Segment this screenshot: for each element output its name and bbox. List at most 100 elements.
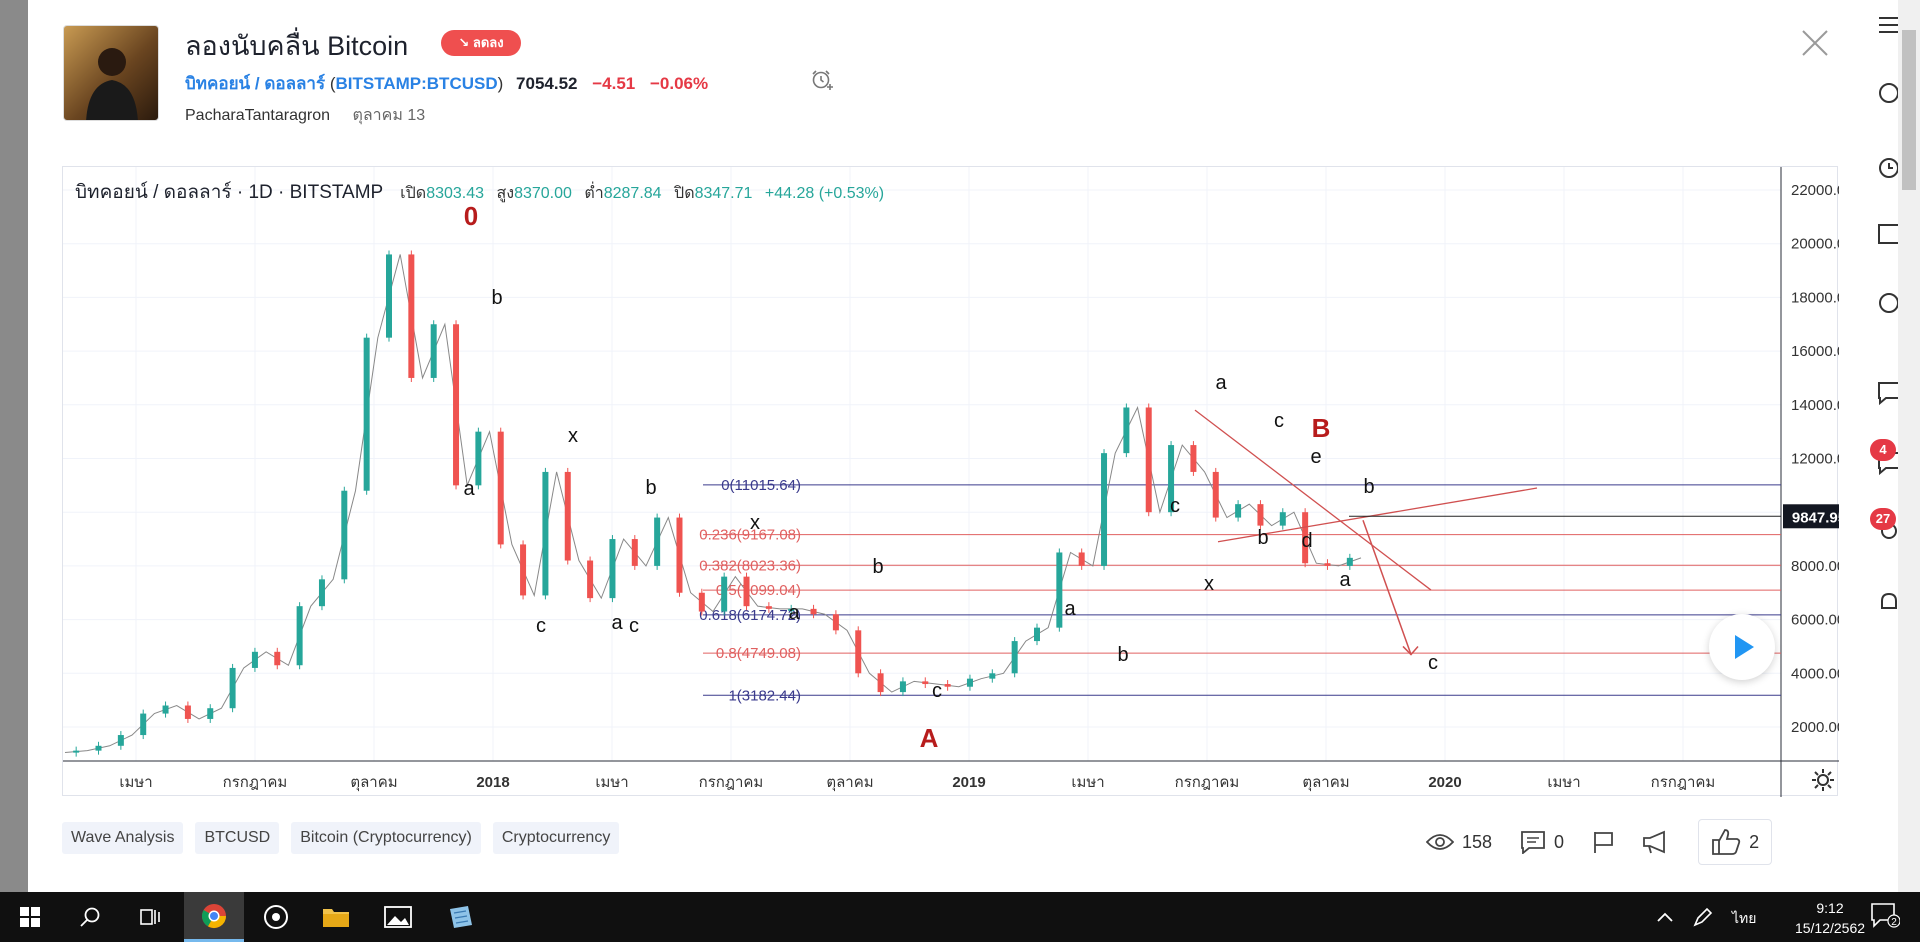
x-tick-label: 2018 xyxy=(476,774,509,791)
input-language[interactable]: ไทย xyxy=(1732,908,1756,930)
candle-body xyxy=(989,673,996,679)
wave-label: c xyxy=(536,615,546,637)
candle-body xyxy=(475,431,482,486)
comments-button[interactable]: 0 xyxy=(1520,830,1564,854)
views-stat: 158 xyxy=(1426,832,1492,853)
symbol-change-pct: −0.06% xyxy=(649,74,709,93)
tag-item[interactable]: Cryptocurrency xyxy=(492,822,620,854)
notification-center-icon: 2 xyxy=(1871,903,1901,928)
pen-icon[interactable] xyxy=(1692,906,1714,928)
candle-body xyxy=(810,608,817,615)
wave-label: e xyxy=(1310,446,1321,468)
wave-label: x xyxy=(750,512,760,534)
tag-item[interactable]: BTCUSD xyxy=(195,822,280,854)
author-name[interactable]: PacharaTantaragron xyxy=(185,107,330,124)
wave-label: a xyxy=(1064,598,1076,620)
symbol-code-link[interactable]: BITSTAMP:BTCUSD xyxy=(336,74,498,93)
candle-body xyxy=(207,708,214,719)
megaphone-icon xyxy=(1643,830,1665,854)
wave-label: c xyxy=(629,615,639,637)
tag-item[interactable]: Bitcoin (Cryptocurrency) xyxy=(291,822,481,854)
y-tick-label: 18000.00 xyxy=(1791,289,1839,306)
y-tick-label: 6000.00 xyxy=(1791,612,1839,629)
y-tick-label: 8000.00 xyxy=(1791,558,1839,575)
candle-body xyxy=(1190,445,1197,472)
scrollbar-thumb[interactable] xyxy=(1902,30,1916,190)
candle-body xyxy=(832,614,839,631)
candle-body xyxy=(117,735,124,746)
candle-body xyxy=(386,254,392,338)
taskbar-chrome[interactable] xyxy=(184,892,244,942)
wave-label: a xyxy=(611,612,623,634)
wave-label: b xyxy=(872,556,883,578)
windows-taskbar: ไทย 9:12 15/12/2562 2 xyxy=(0,892,1920,942)
candle-body xyxy=(95,745,102,751)
y-tick-label: 2000.00 xyxy=(1791,719,1839,736)
wave-label: c xyxy=(1428,652,1438,674)
fib-level-label: 0.8(4749.08) xyxy=(716,645,801,662)
x-tick-label: ตุลาคม xyxy=(826,774,873,792)
legend-symbol: บิทคอยน์ / ดอลลาร์ · 1D · BITSTAMP xyxy=(75,182,383,203)
wave-label: c xyxy=(1170,495,1180,517)
fib-level-label: 0.5(7099.04) xyxy=(716,582,801,599)
symbol-line: บิทคอยน์ / ดอลลาร์ (BITSTAMP:BTCUSD) 705… xyxy=(185,74,709,93)
share-button[interactable] xyxy=(1642,830,1670,854)
taskbar-media-app[interactable] xyxy=(246,892,306,942)
candle-body xyxy=(162,705,169,714)
tag-list: Wave Analysis BTCUSD Bitcoin (Cryptocurr… xyxy=(62,822,620,854)
play-replay-button[interactable] xyxy=(1709,614,1775,680)
close-icon[interactable] xyxy=(1800,28,1830,58)
candle-body xyxy=(430,324,437,378)
gear-icon[interactable] xyxy=(1810,767,1836,793)
y-tick-label: 12000.00 xyxy=(1791,451,1839,468)
wave-label: b xyxy=(645,477,656,499)
like-button[interactable]: 2 xyxy=(1698,819,1773,865)
wave-label: d xyxy=(1301,530,1312,552)
wave-label: a xyxy=(788,602,800,624)
system-clock[interactable]: 9:12 15/12/2562 xyxy=(1780,898,1880,938)
candle-body xyxy=(363,337,370,491)
symbol-link[interactable]: บิทคอยน์ / ดอลลาร์ xyxy=(185,74,325,93)
taskbar-app[interactable] xyxy=(430,892,490,942)
chevron-up-icon[interactable] xyxy=(1656,910,1674,924)
candle-body xyxy=(274,651,281,666)
clock-time: 9:12 xyxy=(1816,900,1844,916)
candle-body xyxy=(408,254,415,378)
play-icon xyxy=(1735,635,1754,659)
add-alert-icon[interactable] xyxy=(810,68,834,92)
candle-body xyxy=(1078,552,1085,566)
price-line xyxy=(64,254,1362,754)
wave-label: b xyxy=(1257,527,1268,549)
y-tick-label: 14000.00 xyxy=(1791,397,1839,414)
candle-body xyxy=(1324,563,1331,566)
task-view-button[interactable] xyxy=(120,892,180,942)
action-center-button[interactable]: 2 xyxy=(1870,902,1901,933)
idea-stats: 158 0 2 xyxy=(1426,819,1773,865)
search-button[interactable] xyxy=(60,892,120,942)
candle-body xyxy=(676,517,683,593)
tag-item[interactable]: Wave Analysis xyxy=(62,822,184,854)
price-chart[interactable]: 22000.00 20000.00 18000.00 16000.00 14000.00… xyxy=(63,167,1839,797)
clock-date: 15/12/2562 xyxy=(1794,920,1866,936)
chart-area[interactable]: 22000.00 20000.00 18000.00 16000.00 14000.00… xyxy=(62,166,1839,797)
page-scrollbar[interactable] xyxy=(1898,0,1920,892)
candle-body xyxy=(922,681,929,685)
candle-body xyxy=(520,544,527,596)
candle-body xyxy=(966,678,973,687)
idea-dialog: ลองนับคลื่น Bitcoin ↘ ลดลง บิทคอยน์ / ดอ… xyxy=(28,0,1872,892)
candle-body xyxy=(631,539,638,566)
wave-label: a xyxy=(463,478,475,500)
taskbar-photos[interactable] xyxy=(368,892,428,942)
x-tick-label: ตุลาคม xyxy=(1302,774,1349,792)
views-count: 158 xyxy=(1462,831,1493,852)
task-view-icon xyxy=(140,909,160,925)
wave-label: x xyxy=(1204,573,1214,595)
author-avatar[interactable] xyxy=(63,25,159,121)
start-button[interactable] xyxy=(0,892,60,942)
y-tick-label: 20000.00 xyxy=(1791,236,1839,253)
candle-body xyxy=(698,592,705,612)
taskbar-file-explorer[interactable] xyxy=(306,892,366,942)
legend-change: +44.28 (+0.53%) xyxy=(764,185,885,202)
flag-button[interactable] xyxy=(1592,830,1614,854)
flag-icon xyxy=(1594,832,1613,853)
